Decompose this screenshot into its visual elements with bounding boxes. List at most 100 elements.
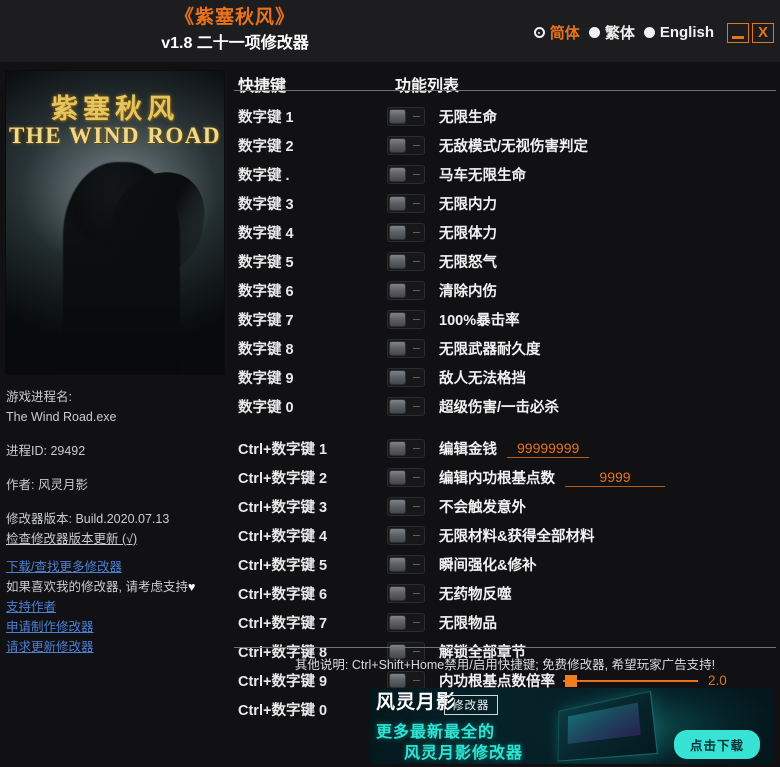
language-selector: 简体 繁体 English X [533,22,774,43]
row-hotkey: 数字键 3 [238,197,294,213]
row-function-name: 无限材料&获得全部材料 [439,529,595,545]
row-toggle[interactable] [387,613,425,632]
banner-download-button[interactable]: 点击下载 [673,730,760,759]
toggle-knob-icon [389,399,406,414]
row-toggle[interactable] [387,439,425,458]
row-toggle[interactable] [387,397,425,416]
row-hotkey: Ctrl+数字键 5 [238,558,328,574]
row-hotkey: 数字键 5 [238,255,294,271]
left-panel: 紫塞秋风 THE WIND ROAD 游戏进程名: The Wind Road.… [0,62,230,767]
table-row: 数字键 9 敌人无法格挡 [230,363,780,392]
row-toggle[interactable] [387,526,425,545]
request-update-link[interactable]: 请求更新修改器 [6,637,228,657]
row-toggle[interactable] [387,165,425,184]
table-row: Ctrl+数字键 4 无限材料&获得全部材料 [230,521,780,550]
radio-icon-simplified[interactable] [533,27,545,38]
row-hotkey: Ctrl+数字键 3 [238,500,328,516]
banner-tag: 修改器 [444,695,498,715]
column-headers: 快捷键 功能列表 [230,72,780,102]
row-toggle[interactable] [387,136,425,155]
language-option-english[interactable]: English [643,24,714,41]
row-toggle[interactable] [387,339,425,358]
toggle-knob-icon [389,499,406,514]
radio-icon-english[interactable] [643,27,655,38]
row-hotkey: Ctrl+数字键 2 [238,471,328,487]
check-update-link[interactable]: 检查修改器版本更新 (√) [6,529,228,549]
language-option-traditional[interactable]: 繁体 [588,22,635,43]
slider-handle[interactable] [565,674,577,687]
toggle-knob-icon [389,370,406,385]
advertisement-banner[interactable]: 风灵月影 修改器 更多最新最全的 风灵月影修改器 点击下载 [370,688,774,764]
toggle-dash-icon [413,448,420,449]
game-title: 《紫塞秋风》 [174,7,295,28]
table-row: 数字键 1 无限生命 [230,102,780,131]
footer-note: 其他说明: Ctrl+Shift+Home禁用/启用快捷键; 免费修改器, 希望… [294,658,716,672]
row-function-name: 不会触发意外 [439,500,526,516]
row-function-name: 清除内伤 [439,284,497,300]
row-toggle[interactable] [387,107,425,126]
row-toggle[interactable] [387,281,425,300]
toggle-dash-icon [413,261,420,262]
row-function-name: 无限怒气 [439,255,497,271]
toggle-dash-icon [413,116,420,117]
toggle-dash-icon [413,406,420,407]
language-option-simplified[interactable]: 简体 [533,22,580,43]
row-function-name: 无限体力 [439,226,497,242]
support-note-text: 如果喜欢我的修改器, 请考虑支持 [6,580,188,594]
row-hotkey: 数字键 1 [238,110,294,126]
toggle-dash-icon [413,377,420,378]
row-hotkey: 数字键 2 [238,139,294,155]
heart-icon: ♥ [187,580,196,594]
row-toggle[interactable] [387,584,425,603]
close-button[interactable]: X [752,22,774,43]
row-hotkey: Ctrl+数字键 6 [238,587,328,603]
toggle-dash-icon [413,506,420,507]
row-function-name: 无限生命 [439,110,497,126]
toggle-dash-icon [413,564,420,565]
inner-power-multiplier-slider[interactable]: 2.0 [563,673,727,688]
download-more-link[interactable]: 下载/查找更多修改器 [6,557,228,577]
slider-track[interactable] [563,674,698,687]
table-row: 数字键 2 无敌模式/无视伤害判定 [230,131,780,160]
row-toggle[interactable] [387,194,425,213]
row-toggle[interactable] [387,468,425,487]
minimize-button[interactable] [727,22,749,43]
process-name-label: 游戏进程名: [6,390,72,404]
toggle-knob-icon [389,312,406,327]
table-row: Ctrl+数字键 2 编辑内功根基点数 9999 [230,463,780,492]
cover-title-chinese: 紫塞秋风 [51,94,179,124]
inner-power-points-input[interactable]: 9999 [565,469,665,487]
row-function-name: 超级伤害/一击必杀 [439,400,560,416]
toggle-dash-icon [413,651,420,652]
money-value-input[interactable]: 99999999 [507,440,590,458]
language-label-simplified: 简体 [549,25,580,42]
row-toggle[interactable] [387,555,425,574]
banner-headline-2: 风灵月影修改器 [404,745,524,762]
table-row: 数字键 4 无限体力 [230,218,780,247]
toggle-knob-icon [389,225,406,240]
toggle-dash-icon [413,622,420,623]
toggle-knob-icon [389,673,406,688]
row-toggle[interactable] [387,252,425,271]
header-hotkey: 快捷键 [238,78,287,95]
row-function-name: 瞬间强化&修补 [439,558,537,574]
toggle-knob-icon [389,109,406,124]
row-toggle[interactable] [387,223,425,242]
support-note: 如果喜欢我的修改器, 请考虑支持♥ [6,577,228,597]
row-toggle[interactable] [387,497,425,516]
support-author-link[interactable]: 支持作者 [6,597,228,617]
request-trainer-link[interactable]: 申请制作修改器 [6,617,228,637]
toggle-knob-icon [389,254,406,269]
table-row: 数字键 6 清除内伤 [230,276,780,305]
toggle-dash-icon [413,174,420,175]
table-row: 数字键 3 无限内力 [230,189,780,218]
toggle-knob-icon [389,557,406,572]
row-hotkey: 数字键 4 [238,226,294,242]
radio-icon-traditional[interactable] [588,27,600,38]
game-cover-art: 紫塞秋风 THE WIND ROAD [5,70,225,375]
row-toggle[interactable] [387,368,425,387]
row-toggle[interactable] [387,310,425,329]
table-row: 数字键 7 100%暴击率 [230,305,780,334]
toggle-dash-icon [413,680,420,681]
row-function-name: 100%暴击率 [439,313,520,329]
